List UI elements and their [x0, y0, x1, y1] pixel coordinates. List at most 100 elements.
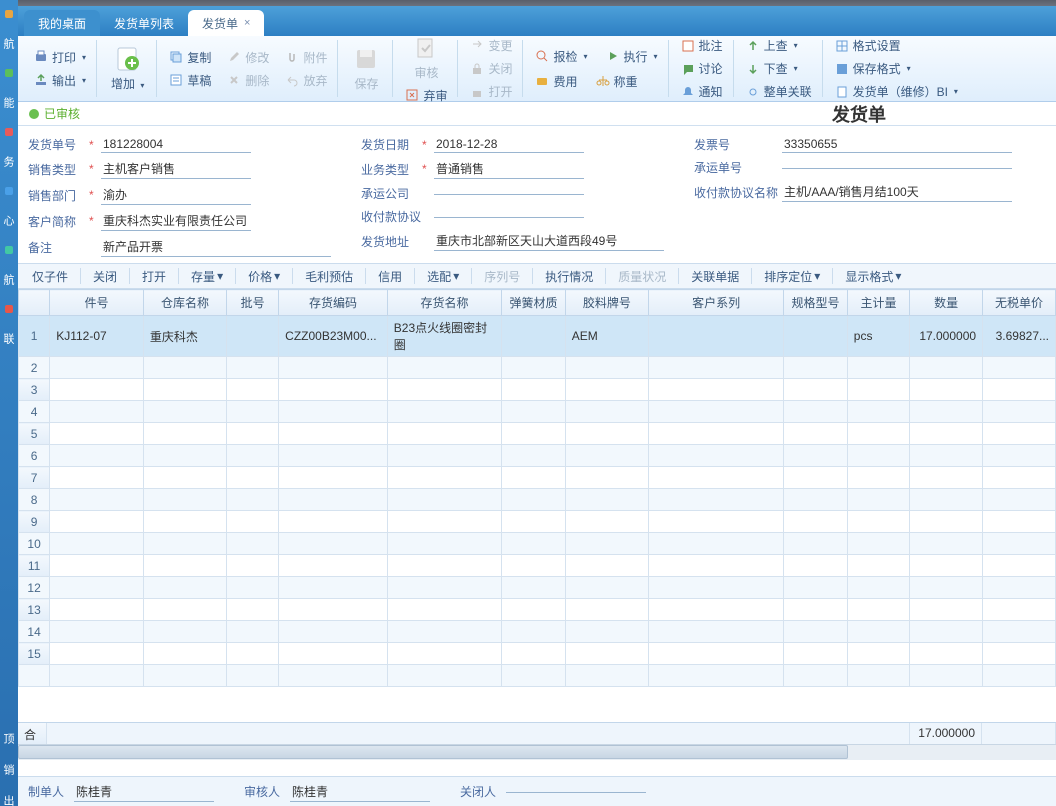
cell[interactable]	[910, 577, 983, 599]
cell[interactable]	[910, 489, 983, 511]
cell[interactable]	[847, 643, 909, 665]
cell[interactable]	[784, 643, 848, 665]
column-header[interactable]: 胶料牌号	[565, 290, 648, 316]
column-header[interactable]: 存货编码	[279, 290, 388, 316]
nav-text-1[interactable]: 航	[2, 38, 16, 49]
column-header[interactable]: 存货名称	[387, 290, 501, 316]
table-row[interactable]: 9	[19, 511, 1056, 533]
cell[interactable]	[143, 467, 226, 489]
customer[interactable]: 重庆科杰实业有限责任公司	[101, 211, 251, 231]
cell[interactable]	[649, 445, 784, 467]
nav-text-5[interactable]: 航	[2, 274, 16, 285]
row-number[interactable]	[19, 665, 50, 687]
lookup-up-button[interactable]: 上查▾	[742, 35, 816, 56]
cell[interactable]	[983, 665, 1056, 687]
cell[interactable]	[143, 511, 226, 533]
cell[interactable]	[502, 357, 566, 379]
sort-button[interactable]: 排序定位▾	[756, 266, 828, 287]
cell[interactable]	[649, 621, 784, 643]
cell[interactable]	[227, 379, 279, 401]
column-header[interactable]: 弹簧材质	[502, 290, 566, 316]
cell[interactable]	[279, 401, 388, 423]
cell[interactable]	[502, 533, 566, 555]
modify-button[interactable]: 修改	[223, 47, 273, 68]
table-row[interactable]: 7	[19, 467, 1056, 489]
match-button[interactable]: 选配▾	[419, 266, 467, 287]
cell[interactable]	[502, 467, 566, 489]
quality-button[interactable]: 质量状况	[610, 266, 674, 287]
pay-agreement[interactable]	[434, 215, 584, 218]
credit-button[interactable]: 信用	[370, 266, 410, 287]
cell[interactable]	[983, 621, 1056, 643]
cell[interactable]	[143, 621, 226, 643]
cell[interactable]	[50, 643, 144, 665]
cell[interactable]	[227, 555, 279, 577]
add-button[interactable]: 增加 ▾	[105, 43, 150, 94]
table-row[interactable]: 4	[19, 401, 1056, 423]
cell[interactable]	[227, 423, 279, 445]
row-number[interactable]: 14	[19, 621, 50, 643]
cell[interactable]	[227, 533, 279, 555]
cell[interactable]	[387, 555, 501, 577]
nav-dot[interactable]	[5, 246, 13, 254]
close-button[interactable]: 关闭	[85, 266, 125, 287]
cell[interactable]	[50, 577, 144, 599]
repair-button[interactable]: 发货单（维修）BI▾	[831, 81, 962, 102]
cell[interactable]	[50, 665, 144, 687]
cell[interactable]: B23点火线圈密封圈	[387, 316, 501, 357]
cell[interactable]	[649, 489, 784, 511]
cell[interactable]	[565, 423, 648, 445]
cell[interactable]	[847, 599, 909, 621]
cell[interactable]	[847, 445, 909, 467]
cell[interactable]	[649, 379, 784, 401]
cell[interactable]	[983, 357, 1056, 379]
cell[interactable]	[847, 357, 909, 379]
cell[interactable]	[279, 577, 388, 599]
cell[interactable]	[279, 379, 388, 401]
cell[interactable]	[502, 316, 566, 357]
open-button[interactable]: 打开	[134, 266, 174, 287]
cell[interactable]	[387, 423, 501, 445]
cell[interactable]	[143, 445, 226, 467]
cell[interactable]	[50, 511, 144, 533]
cell[interactable]	[983, 401, 1056, 423]
save-format-button[interactable]: 保存格式▾	[831, 58, 962, 79]
table-row[interactable]: 3	[19, 379, 1056, 401]
cost-button[interactable]: 费用	[531, 71, 581, 92]
assoc-button[interactable]: 关联单据	[683, 266, 747, 287]
row-number[interactable]: 11	[19, 555, 50, 577]
cell[interactable]	[565, 555, 648, 577]
cell[interactable]	[387, 621, 501, 643]
cell[interactable]	[387, 599, 501, 621]
change-button[interactable]: 变更	[466, 35, 516, 56]
cell[interactable]	[784, 379, 848, 401]
cell[interactable]	[50, 401, 144, 423]
cell[interactable]	[143, 599, 226, 621]
cell[interactable]	[387, 511, 501, 533]
row-number[interactable]: 9	[19, 511, 50, 533]
copy-button[interactable]: 复制	[165, 47, 215, 68]
cell[interactable]	[649, 643, 784, 665]
cell[interactable]	[847, 467, 909, 489]
column-header[interactable]: 件号	[50, 290, 144, 316]
cell[interactable]	[649, 577, 784, 599]
cell[interactable]	[387, 533, 501, 555]
nav-text-4[interactable]: 心	[2, 215, 16, 226]
nav-dot[interactable]	[5, 305, 13, 313]
delete-button[interactable]: 删除	[223, 70, 273, 91]
cell[interactable]	[279, 357, 388, 379]
cell[interactable]	[279, 467, 388, 489]
cell[interactable]: 重庆科杰	[143, 316, 226, 357]
corner-cell[interactable]	[19, 290, 50, 316]
cell[interactable]	[227, 445, 279, 467]
cell[interactable]	[50, 467, 144, 489]
cell[interactable]	[983, 489, 1056, 511]
nav-dot[interactable]	[5, 128, 13, 136]
cell[interactable]	[565, 643, 648, 665]
cell[interactable]	[847, 533, 909, 555]
column-header[interactable]: 仓库名称	[143, 290, 226, 316]
row-number[interactable]: 8	[19, 489, 50, 511]
cell[interactable]	[502, 555, 566, 577]
cell[interactable]: CZZ00B23M00...	[279, 316, 388, 357]
cell[interactable]	[50, 423, 144, 445]
